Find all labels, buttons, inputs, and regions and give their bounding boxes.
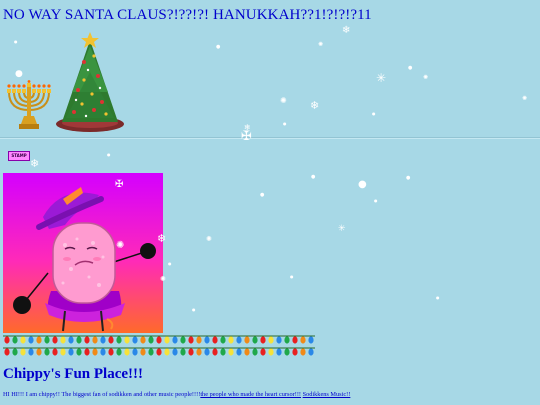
snowflake-icon: ● — [406, 175, 411, 181]
christmas-lights-icon — [3, 335, 315, 356]
snowflake-icon: ● — [107, 152, 111, 157]
snowflake-icon: ✺ — [423, 74, 429, 81]
snowflake-icon: ✺ — [206, 235, 212, 243]
snowflake-icon: ● — [358, 179, 367, 190]
snowflake-icon: ● — [192, 307, 196, 312]
snowflake-icon: ✺ — [522, 95, 528, 102]
snowflake-icon: ✺ — [318, 41, 324, 48]
snowflake-icon: ✠ — [241, 129, 252, 144]
snowflake-icon: ● — [168, 261, 172, 266]
snowflake-icon: ❄ — [310, 99, 320, 112]
snowflake-icon: ✠ — [115, 179, 124, 190]
snowflake-icon: ● — [290, 274, 294, 279]
snowflake-icon: ● — [15, 69, 23, 79]
snowflake-icon: ● — [216, 44, 221, 50]
snowflake-icon: ● — [311, 174, 316, 180]
snowflake-icon: ❄ — [342, 25, 351, 36]
christmas-tree-icon — [56, 32, 124, 132]
snowflake-icon: ✺ — [160, 275, 166, 283]
snowflake-icon: ● — [260, 192, 265, 198]
snowflake-icon: ❄ — [30, 157, 40, 170]
snowflake-icon: ✳ — [376, 71, 387, 85]
page-title: NO WAY SANTA CLAUS?!??!?! HANUKKAH??1!?!… — [3, 7, 372, 23]
sodikkens-music-link[interactable]: Sodikkens Music!! — [303, 391, 351, 398]
bio-intro: HI HI!!! I am chippy!! The biggest fan o… — [3, 391, 201, 398]
chippy-portrait — [3, 173, 163, 333]
snowflake-icon: ● — [374, 198, 378, 203]
snowflake-icon: ✳ — [338, 224, 346, 234]
snowflake-icon: ● — [372, 111, 376, 116]
stamp-badge: STAMP — [8, 151, 30, 161]
snowflake-icon: ● — [14, 39, 18, 44]
bio-text: HI HI!!! I am chippy!! The biggest fan o… — [3, 391, 540, 398]
profile-heading: Chippy's Fun Place!!! — [3, 366, 144, 382]
snowflake-icon: ● — [408, 65, 413, 71]
snowflake-icon: ✺ — [280, 96, 287, 105]
snowflake-icon: ✺ — [116, 240, 125, 251]
heart-cursor-credit-link[interactable]: the people who made the heart cursor!!! — [200, 391, 301, 398]
snowflake-icon: ❄ — [157, 232, 167, 245]
snowflake-icon: ● — [283, 121, 287, 126]
divider — [0, 137, 540, 139]
menorah-icon — [7, 80, 51, 129]
snowflake-icon: ● — [436, 295, 440, 300]
